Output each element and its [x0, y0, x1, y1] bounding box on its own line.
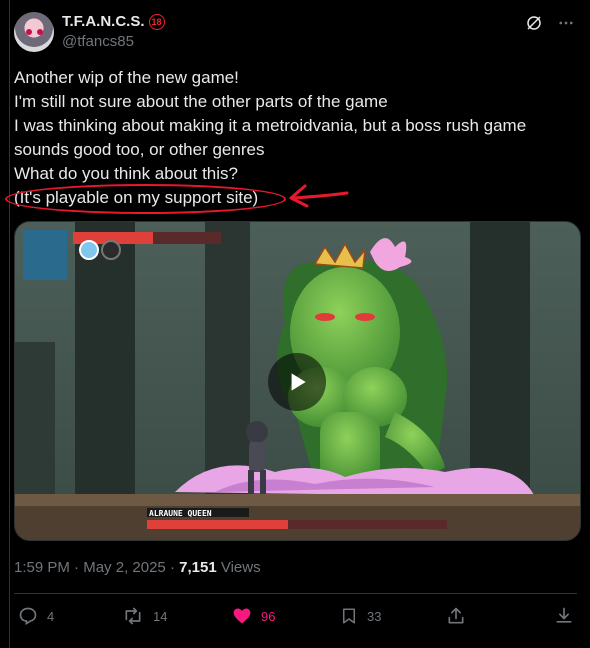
grok-icon[interactable]	[524, 13, 544, 33]
like-count: 96	[261, 608, 276, 624]
post-meta: 1:59 PM · May 2, 2025 · 7,151 Views	[14, 559, 261, 576]
reply-icon	[19, 607, 37, 625]
views-count: 7,151	[179, 559, 217, 576]
red-annotation-circle	[5, 184, 286, 214]
views-label: Views	[220, 559, 261, 576]
tweet-line: I'm still not sure about the other parts…	[14, 92, 388, 111]
reply-count: 4	[47, 608, 55, 624]
play-button[interactable]	[268, 353, 326, 411]
timeline-border	[9, 0, 10, 648]
meta-separator: ·	[74, 559, 80, 576]
bookmark-count: 33	[367, 608, 382, 624]
repost-icon	[125, 607, 141, 625]
author-name-row[interactable]: T.F.A.N.C.S. 18	[62, 13, 165, 30]
tweet-line: I was thinking about making it a metroid…	[14, 116, 527, 135]
download-icon	[556, 607, 572, 623]
red-annotation-arrow	[289, 184, 349, 208]
post-actions-bar: 4 14 96 33	[14, 606, 579, 632]
download-button[interactable]	[554, 606, 574, 626]
boss-name-label: ALRAUNE QUEEN	[149, 509, 212, 518]
author-display-name[interactable]: T.F.A.N.C.S.	[62, 13, 145, 30]
avatar-eye-left	[26, 29, 32, 35]
share-icon	[448, 607, 464, 624]
tweet-line: sounds good too, or other genres	[14, 140, 265, 159]
post-time[interactable]: 1:59 PM	[14, 559, 70, 576]
more-options-icon[interactable]	[556, 13, 576, 33]
actions-divider	[14, 593, 577, 594]
heart-icon	[233, 608, 251, 624]
video-player[interactable]: ALRAUNE QUEEN	[14, 221, 581, 541]
avatar-eye-right	[37, 29, 43, 35]
author-handle[interactable]: @tfancs85	[62, 33, 134, 50]
post-date[interactable]: May 2, 2025	[83, 559, 166, 576]
post-top-actions	[524, 13, 576, 33]
share-button[interactable]	[446, 606, 466, 626]
like-button[interactable]: 96	[232, 606, 275, 626]
tweet-line: Another wip of the new game!	[14, 68, 239, 87]
play-icon	[291, 373, 306, 391]
avatar[interactable]	[14, 12, 54, 52]
meta-separator: ·	[169, 559, 175, 576]
reply-button[interactable]: 4	[18, 606, 54, 626]
repost-count: 14	[153, 608, 168, 624]
repost-button[interactable]: 14	[122, 606, 167, 626]
bookmark-button[interactable]: 33	[340, 606, 381, 626]
bookmark-icon	[343, 608, 355, 624]
age-restriction-badge: 18	[148, 13, 165, 30]
